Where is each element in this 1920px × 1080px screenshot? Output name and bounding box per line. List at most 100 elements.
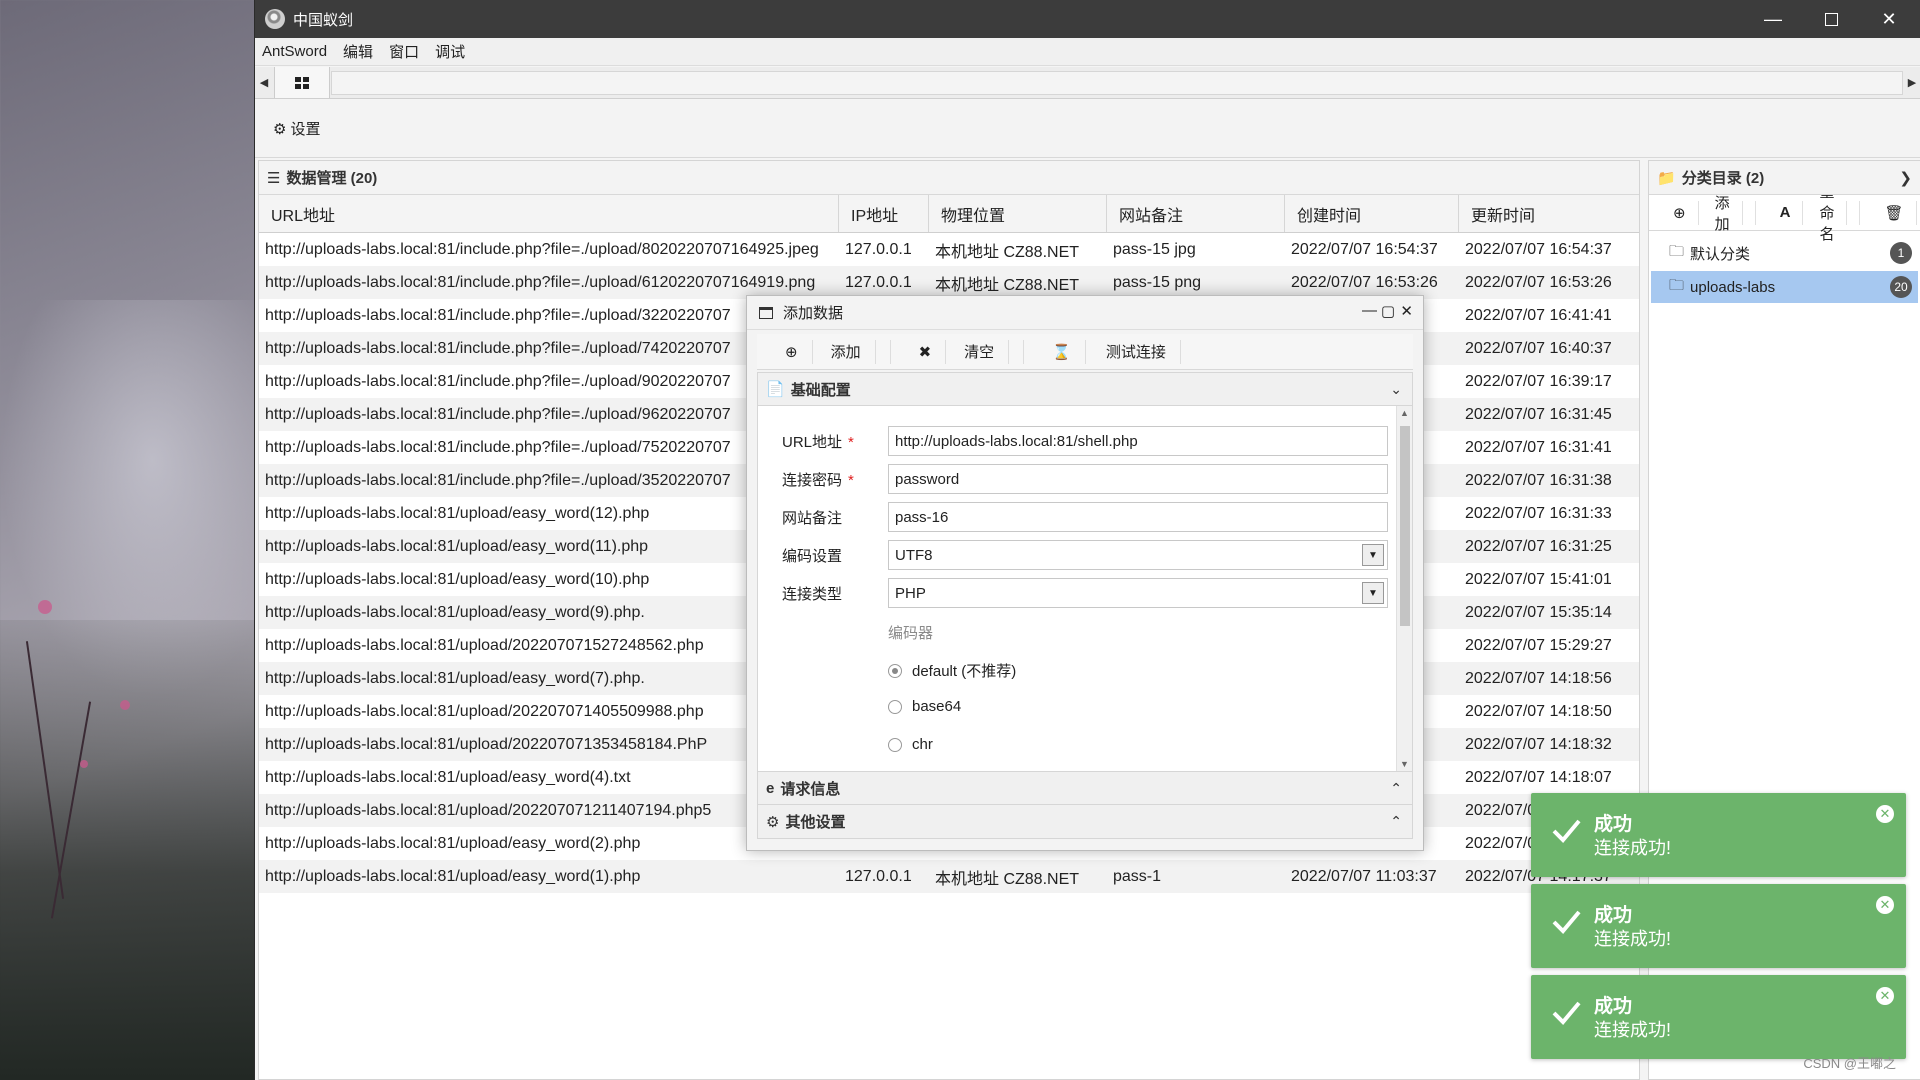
dialog-test-label: 测试连接	[1092, 339, 1181, 364]
toast-close-icon[interactable]: ✕	[1876, 805, 1894, 823]
toast-success: 成功 连接成功! ✕	[1531, 975, 1906, 1059]
section-request-label: 请求信息	[780, 780, 841, 798]
toast-message: 连接成功!	[1594, 1020, 1672, 1040]
section-other-label: 其他设置	[785, 814, 846, 831]
file-icon: 📄	[766, 381, 785, 398]
collapse-arrow-icon[interactable]: ❯	[1899, 169, 1912, 187]
col-header-url[interactable]: URL地址	[259, 195, 839, 232]
maximize-icon[interactable]	[1802, 0, 1860, 38]
cell-created: 2022/07/07 11:03:37	[1291, 867, 1437, 885]
url-input[interactable]: http://uploads-labs.local:81/shell.php	[888, 426, 1388, 456]
col-header-note[interactable]: 网站备注	[1107, 195, 1285, 232]
chevron-down-icon[interactable]: ▼	[1362, 544, 1384, 566]
category-panel-header: 📁 分类目录 (2) ❯	[1649, 161, 1920, 195]
cell-ip: 127.0.0.1	[845, 240, 912, 258]
cell-url: http://uploads-labs.local:81/upload/easy…	[265, 867, 641, 885]
cell-updated: 2022/07/07 16:54:37	[1465, 240, 1612, 258]
spinner-icon: ⌛	[1038, 339, 1086, 364]
cell-location: 本机地址 CZ88.NET	[935, 243, 1080, 261]
category-panel-title: 分类目录 (2)	[1681, 170, 1765, 187]
encoder-option-default[interactable]: default (不推荐)	[888, 660, 1016, 681]
check-icon	[1552, 819, 1581, 843]
menu-debug[interactable]: 调试	[435, 41, 465, 62]
category-item-uploads-labs[interactable]: 🗀 uploads-labs 20	[1651, 271, 1918, 303]
cell-updated: 2022/07/07 15:29:27	[1465, 636, 1612, 654]
menu-window[interactable]: 窗口	[389, 41, 419, 62]
encoder-option-base64[interactable]: base64	[888, 698, 961, 715]
cell-ip: 127.0.0.1	[845, 273, 912, 291]
dialog-maximize-icon[interactable]: ▢	[1381, 302, 1395, 320]
category-item-default[interactable]: 🗀 默认分类 1	[1651, 237, 1918, 269]
cell-updated: 2022/07/07 16:31:33	[1465, 504, 1612, 522]
folder-outline-icon: 🗀	[1669, 276, 1685, 294]
encoding-value: UTF8	[895, 546, 933, 564]
password-input[interactable]: password	[888, 464, 1388, 494]
table-row[interactable]: http://uploads-labs.local:81/upload/easy…	[259, 860, 1639, 893]
top-toolbar: ⚙ 设置	[255, 100, 1920, 158]
col-header-ip[interactable]: IP地址	[839, 195, 929, 232]
password-field-row: 连接密码 * password	[758, 464, 1398, 494]
toast-title: 成功	[1594, 905, 1633, 926]
dialog-title-bar[interactable]: 添加数据 — ▢ ✕	[747, 296, 1423, 330]
chevron-down-icon[interactable]: ▼	[1362, 582, 1384, 604]
add-data-dialog: 添加数据 — ▢ ✕ ⊕ 添加 ✖ 清空 ⌛ 测试连接 📄 基础配置 ⌄ URL地址 *…	[746, 295, 1424, 851]
encoder-option-label: default (不推荐)	[912, 663, 1017, 680]
col-header-updated[interactable]: 更新时间	[1459, 195, 1634, 232]
form-scrollbar[interactable]: ▲ ▼	[1396, 406, 1412, 771]
cell-location: 本机地址 CZ88.NET	[935, 276, 1080, 294]
encoder-option-label: chr	[912, 736, 933, 753]
gear-icon: ⚙	[273, 120, 287, 138]
scroll-up-icon[interactable]: ▲	[1400, 408, 1409, 418]
tab-scroll-left-icon[interactable]: ◀	[255, 67, 273, 98]
antsword-logo-icon	[265, 9, 285, 29]
note-input[interactable]: pass-16	[888, 502, 1388, 532]
category-add-button[interactable]: ⊕ 添加	[1649, 195, 1756, 233]
cell-updated: 2022/07/07 14:18:07	[1465, 768, 1612, 786]
col-header-location[interactable]: 物理位置	[929, 195, 1107, 232]
title-bar: 中国蚁剑 — ✕	[255, 0, 1920, 38]
cell-note: pass-15 jpg	[1113, 240, 1196, 258]
settings-label: 设置	[290, 121, 321, 138]
cell-updated: 2022/07/07 16:41:41	[1465, 306, 1612, 324]
type-select[interactable]: PHP ▼	[888, 578, 1388, 608]
close-icon[interactable]: ✕	[1860, 0, 1918, 38]
dialog-test-connection-button[interactable]: ⌛ 测试连接	[1024, 339, 1195, 364]
category-label: 默认分类	[1690, 245, 1751, 263]
toast-success: 成功 连接成功! ✕	[1531, 884, 1906, 968]
menu-bar: AntSword 编辑 窗口 调试	[255, 38, 1920, 66]
toast-close-icon[interactable]: ✕	[1876, 987, 1894, 1005]
watermark: CSDN @王嘟之	[1803, 1056, 1896, 1071]
table-row[interactable]: http://uploads-labs.local:81/include.php…	[259, 233, 1639, 266]
dialog-add-button[interactable]: ⊕ 添加	[757, 339, 891, 364]
col-header-created[interactable]: 创建时间	[1285, 195, 1459, 232]
window-title: 中国蚁剑	[293, 11, 354, 29]
dialog-close-icon[interactable]: ✕	[1400, 302, 1413, 320]
cell-updated: 2022/07/07 16:31:25	[1465, 537, 1612, 555]
encoder-option-chr[interactable]: chr	[888, 736, 933, 753]
toast-close-icon[interactable]: ✕	[1876, 896, 1894, 914]
type-value: PHP	[895, 584, 926, 602]
settings-button[interactable]: ⚙ 设置	[273, 118, 320, 139]
section-basic-config[interactable]: 📄 基础配置 ⌄	[757, 372, 1413, 406]
section-other-settings[interactable]: ⚙ 其他设置 ⌃	[757, 805, 1413, 839]
encoding-select[interactable]: UTF8 ▼	[888, 540, 1388, 570]
menu-edit[interactable]: 编辑	[343, 41, 373, 62]
dialog-clear-button[interactable]: ✖ 清空	[891, 339, 1025, 364]
tab-home[interactable]	[274, 67, 330, 98]
cell-updated: 2022/07/07 15:35:14	[1465, 603, 1612, 621]
tab-scroll-right-icon[interactable]: ▶	[1903, 67, 1920, 98]
scrollbar-thumb[interactable]	[1400, 426, 1410, 626]
menu-antsword[interactable]: AntSword	[262, 43, 327, 60]
radio-icon	[888, 737, 902, 752]
basic-config-form: URL地址 * http://uploads-labs.local:81/shel…	[757, 406, 1413, 771]
scroll-down-icon[interactable]: ▼	[1400, 759, 1409, 769]
minimize-icon[interactable]: —	[1744, 0, 1802, 38]
url-field-row: URL地址 * http://uploads-labs.local:81/shel…	[758, 426, 1398, 456]
encoding-label: 编码设置	[782, 547, 843, 565]
category-delete-button[interactable]: 🗑删除	[1860, 200, 1920, 225]
dialog-minimize-icon[interactable]: —	[1362, 302, 1377, 319]
dialog-title: 添加数据	[783, 305, 844, 322]
section-basic-label: 基础配置	[790, 381, 851, 399]
section-request-info[interactable]: e 请求信息 ⌃	[757, 771, 1413, 805]
category-rename-button[interactable]: A重命名	[1756, 184, 1861, 243]
